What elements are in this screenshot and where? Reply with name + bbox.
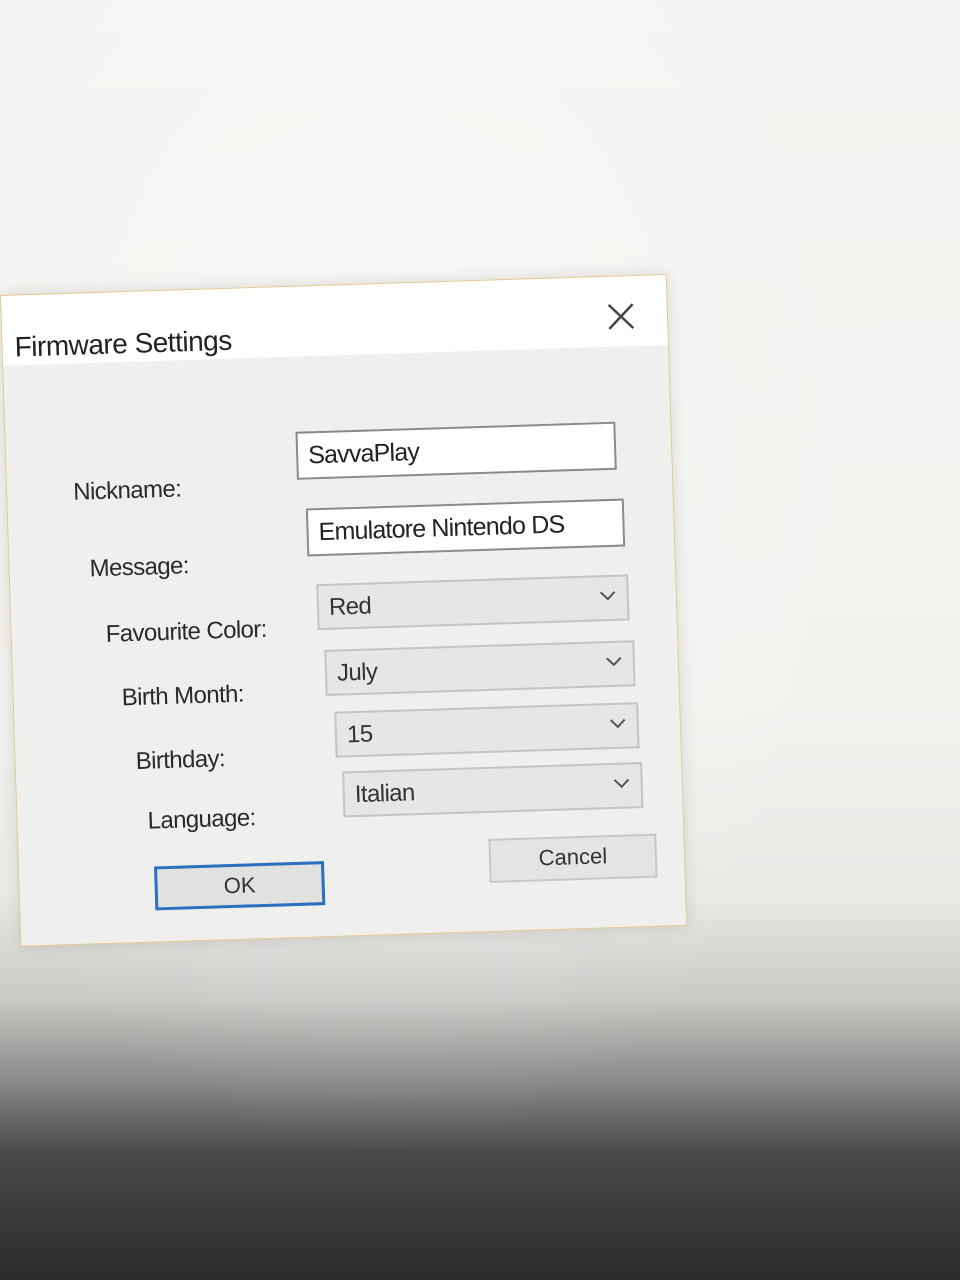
favourite-color-value: Red (328, 592, 372, 621)
message-label: Message: (89, 552, 190, 583)
nickname-input[interactable] (295, 421, 617, 480)
firmware-settings-dialog-wrapper: Firmware Settings Nickname: Message: Fav… (0, 274, 688, 950)
message-input[interactable] (305, 498, 626, 557)
close-icon (607, 303, 635, 330)
favourite-color-label: Favourite Color: (105, 615, 268, 648)
ok-button[interactable]: OK (154, 861, 326, 911)
dialog-body: Nickname: Message: Favourite Color: Red … (3, 345, 687, 946)
birthday-select[interactable]: 15 (334, 702, 640, 758)
dialog-title: Firmware Settings (14, 324, 233, 363)
birthday-label: Birthday: (135, 745, 226, 775)
chevron-down-icon (609, 718, 626, 729)
birth-month-label: Birth Month: (121, 680, 245, 712)
chevron-down-icon (613, 778, 630, 789)
cancel-button[interactable]: Cancel (488, 833, 658, 883)
language-value: Italian (354, 779, 416, 809)
birth-month-select[interactable]: July (324, 640, 636, 696)
close-button[interactable] (602, 298, 639, 335)
chevron-down-icon (599, 591, 616, 601)
birthday-value: 15 (346, 720, 373, 749)
firmware-settings-dialog: Firmware Settings Nickname: Message: Fav… (0, 274, 688, 947)
language-select[interactable]: Italian (342, 762, 644, 818)
chevron-down-icon (606, 656, 622, 667)
nickname-label: Nickname: (72, 475, 182, 506)
favourite-color-select[interactable]: Red (316, 574, 630, 631)
language-label: Language: (147, 804, 257, 835)
birth-month-value: July (336, 658, 378, 687)
